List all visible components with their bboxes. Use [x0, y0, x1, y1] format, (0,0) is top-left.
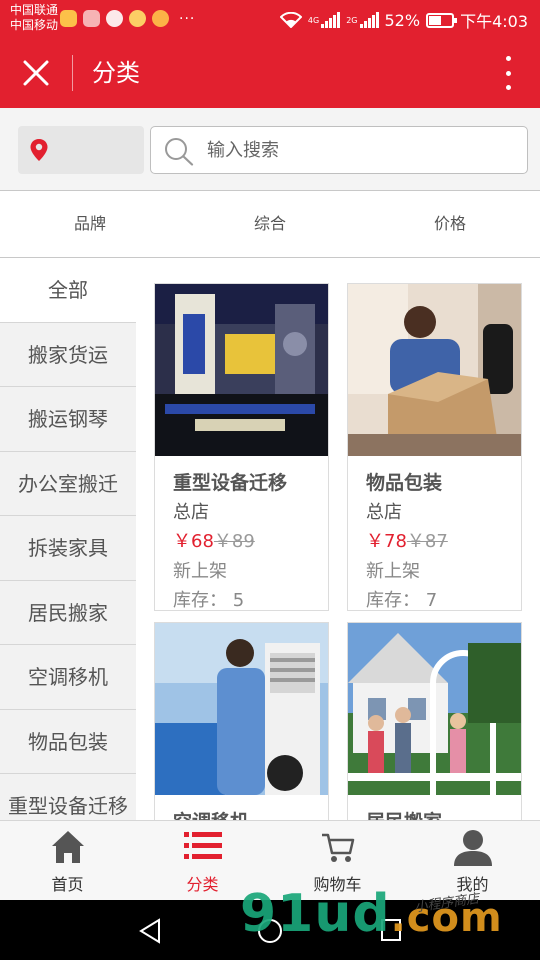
product-price: ￥68￥89: [173, 527, 255, 553]
signal-icon-2: [359, 12, 379, 28]
sort-tab-price[interactable]: 价格: [360, 191, 540, 257]
home-icon: [51, 831, 84, 863]
close-icon: [23, 60, 49, 86]
product-card[interactable]: 空调移机: [154, 622, 329, 820]
battery-percent: 52%: [384, 10, 421, 30]
more-button[interactable]: [502, 56, 514, 90]
sort-bar: 品牌 综合 价格: [0, 190, 540, 258]
category-item-office[interactable]: 办公室搬迁: [0, 452, 136, 516]
product-image: [348, 284, 521, 456]
product-name: 居民搬家: [366, 807, 442, 820]
category-item-piano[interactable]: 搬运钢琴: [0, 387, 136, 452]
app-bar-divider: [72, 55, 73, 91]
nav-item-home[interactable]: 首页: [0, 821, 135, 900]
product-tag: 新上架: [366, 561, 420, 582]
category-item-moving-freight[interactable]: 搬家货运: [0, 323, 136, 387]
category-item-aircon[interactable]: 空调移机: [0, 645, 136, 710]
status-right: 4G 2G 52% 下午4:03: [279, 8, 528, 32]
notification-icons: ···: [60, 10, 195, 27]
product-tag: 新上架: [173, 561, 227, 582]
app-bar: 分类: [0, 38, 540, 108]
carrier-2: 中国移动: [10, 18, 59, 32]
product-card[interactable]: 居民搬家: [347, 622, 522, 820]
product-image: [155, 284, 328, 456]
wifi-icon: [279, 12, 302, 28]
battery-icon: [426, 12, 458, 28]
search-input[interactable]: [207, 135, 507, 165]
search-box[interactable]: [150, 126, 528, 174]
product-card[interactable]: 物品包装 总店 ￥78￥87 新上架 库存： 7: [347, 283, 522, 611]
product-image: [155, 623, 328, 795]
product-grid: 重型设备迁移 总店 ￥68￥89 新上架 库存： 5 物品包装 总店 ￥78￥8…: [136, 258, 540, 820]
search-area: [0, 108, 540, 190]
close-button[interactable]: [18, 55, 54, 91]
category-list: 全部 搬家货运 搬运钢琴 办公室搬迁 拆装家具 居民搬家 空调移机 物品包装 重…: [0, 258, 136, 820]
product-image: [348, 623, 521, 795]
page-title: 分类: [92, 59, 140, 87]
product-store: 总店: [173, 502, 209, 523]
cart-icon: [321, 833, 354, 862]
location-pin-icon: [30, 139, 48, 161]
status-bar: 中国联通 中国移动 ··· 4G 2G 52% 下午4:03: [0, 0, 540, 38]
cloud-icon: [83, 10, 100, 27]
product-card[interactable]: 重型设备迁移 总店 ￥68￥89 新上架 库存： 5: [154, 283, 329, 611]
network-label-2: 2G: [346, 15, 358, 25]
nav-label-home: 首页: [51, 875, 84, 894]
price-original: ￥87: [406, 531, 448, 552]
price-current: ￥78: [366, 531, 407, 552]
product-name: 物品包装: [366, 472, 443, 494]
user-icon: [453, 830, 492, 866]
product-name: 空调移机: [173, 807, 249, 820]
weibo-icon: [129, 10, 146, 27]
sort-tab-overall[interactable]: 综合: [180, 191, 360, 257]
clock: 下午4:03: [460, 12, 528, 31]
qq-icon: [106, 10, 123, 27]
category-item-all[interactable]: 全部: [0, 258, 136, 323]
category-item-heavy-equipment[interactable]: 重型设备迁移: [0, 774, 136, 820]
product-price: ￥78￥87: [366, 527, 448, 553]
weibo-icon-2: [152, 10, 169, 27]
carrier-1: 中国联通: [10, 3, 59, 17]
price-current: ￥68: [173, 531, 214, 552]
category-item-packing[interactable]: 物品包装: [0, 710, 136, 774]
category-item-residential[interactable]: 居民搬家: [0, 581, 136, 645]
search-icon: [165, 138, 194, 166]
category-list-icon: [183, 832, 222, 859]
network-label-1: 4G: [307, 15, 320, 25]
more-vertical-icon: [505, 56, 511, 61]
price-original: ￥89: [213, 531, 255, 552]
product-stock: 库存： 7: [366, 590, 438, 611]
product-name: 重型设备迁移: [173, 472, 288, 494]
product-stock: 库存： 5: [173, 590, 245, 611]
back-icon[interactable]: [138, 918, 162, 944]
product-store: 总店: [366, 502, 402, 523]
app-notification-icon: [60, 10, 77, 27]
watermark-text: 91ud: [240, 884, 391, 944]
signal-icon: [321, 12, 341, 28]
sort-tab-brand[interactable]: 品牌: [0, 191, 180, 257]
location-selector[interactable]: [18, 126, 144, 174]
category-item-furniture[interactable]: 拆装家具: [0, 516, 136, 581]
more-notifications: ···: [179, 10, 196, 27]
carrier-info: 中国联通 中国移动: [10, 3, 58, 33]
